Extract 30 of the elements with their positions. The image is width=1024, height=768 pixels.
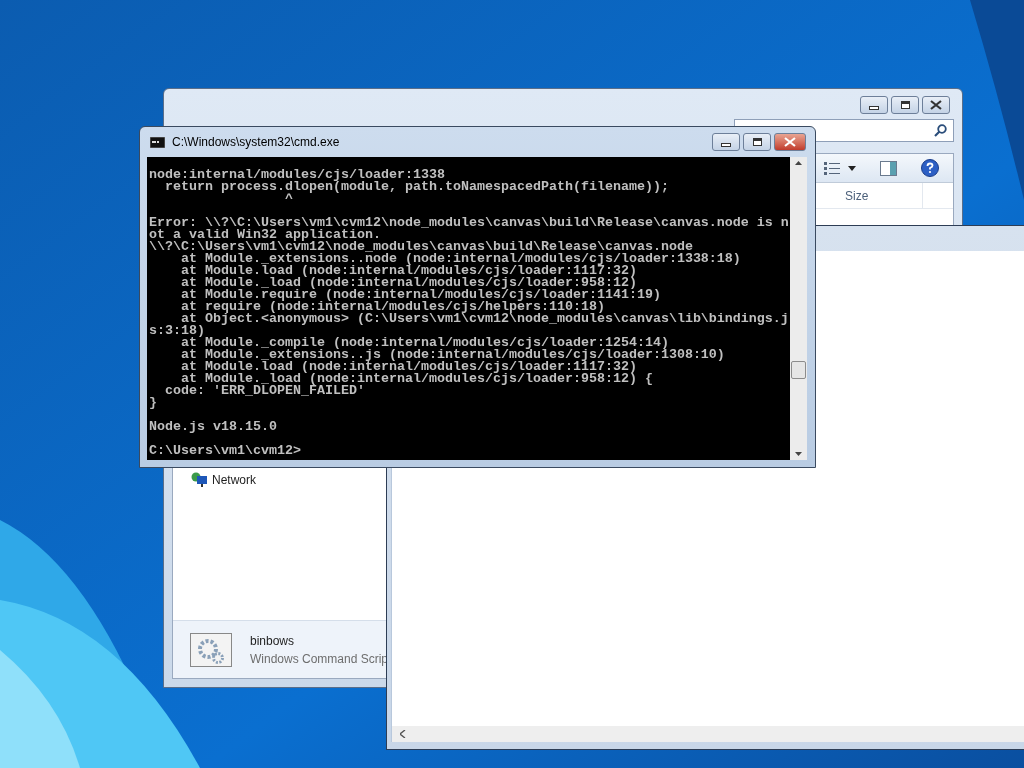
up-arrow-icon[interactable]: [795, 161, 802, 165]
search-icon: [934, 124, 947, 137]
vertical-scrollbar[interactable]: [790, 157, 807, 460]
preview-pane-icon[interactable]: [880, 160, 897, 176]
minimize-icon: [721, 142, 731, 147]
down-arrow-icon[interactable]: [795, 452, 802, 456]
maximize-button[interactable]: [891, 96, 919, 114]
minimize-icon: [869, 105, 879, 110]
nav-item[interactable]: Network: [191, 471, 386, 489]
help-icon[interactable]: [921, 159, 939, 177]
column-header[interactable]: Size: [838, 183, 923, 208]
minimize-button[interactable]: [712, 133, 740, 151]
maximize-icon: [900, 101, 910, 109]
caret-icon[interactable]: [848, 165, 856, 171]
close-button[interactable]: [774, 133, 806, 151]
gear-file-icon: [190, 632, 232, 667]
file-name: binbows: [250, 632, 296, 650]
close-icon: [784, 137, 796, 147]
minimize-button[interactable]: [860, 96, 888, 114]
close-button[interactable]: [922, 96, 950, 114]
maximize-button[interactable]: [743, 133, 771, 151]
window-title: C:\Windows\system32\cmd.exe: [172, 134, 340, 151]
console-output: node:internal/modules/cjs/loader:1338 return process.dlopen(module, path.toNamespacedPath(filename)); ^ Error: \\?\C:\Users\vm1\cvm12\node_modules\canvas\build\Release\canvas.node is n ot a valid Win32 application. \\?\C:\Users\vm1\cvm12\node_modules\canvas\build\Release\canvas.node at Module._extensions..node (node:internal/modules/cjs/loader:1338:18) at Module.load (node:internal/modules/cjs/loader:1117:32) at Module._load (node:internal/modules/cjs/loader:958:12) at Module.require (node:internal/modules/cjs/loader:1141:19) at require (node:internal/modules/cjs/helpers:110:18) at Object.<anonymous> (C:\Users\vm1\cvm12\node_modules\canvas\lib\bindings.j s:3:18) at Module._compile (node:internal/modules/cjs/loader:1254:14) at Module._extensions..js (node:internal/modules/cjs/loader:1308:10) at Module.load (node:internal/modules/cjs/loader:1117:32) at Module._load (node:internal/modules/cjs/loader:958:12) { code: 'ERR_DLOPEN_FAILED' } Node.js v18.15.0 C:\Users\vm1\cvm12>: [149, 166, 790, 457]
horizontal-scrollbar[interactable]: [392, 726, 1024, 742]
view-list-icon[interactable]: [824, 161, 840, 175]
close-icon: [930, 100, 942, 110]
network-icon: [191, 472, 208, 488]
scroll-thumb[interactable]: [791, 361, 806, 379]
maximize-icon: [752, 138, 762, 146]
console-icon: [150, 136, 165, 148]
